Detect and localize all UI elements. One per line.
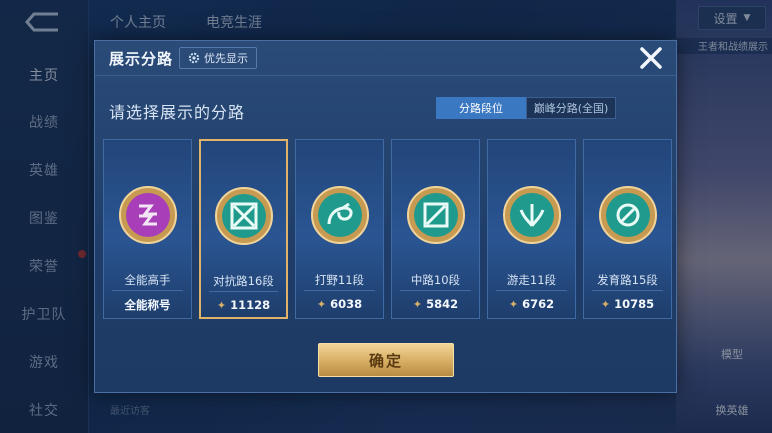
lane-rank-label: 对抗路16段: [213, 274, 274, 288]
lane-score: ✦ 6762: [488, 297, 575, 311]
close-icon: [640, 47, 662, 69]
roam-emblem-icon: [502, 186, 561, 244]
dialog-title: 展示分路: [109, 50, 174, 68]
score-value: 全能称号: [124, 298, 171, 312]
lane-rank-label: 游走11段: [506, 273, 557, 287]
card-divider: [400, 290, 471, 291]
lane-card[interactable]: 中路10段 ✦ 5842: [391, 139, 480, 319]
lane-rank-label: 全能高手: [124, 273, 171, 287]
lane-rank-label: 发育路15段: [597, 273, 658, 287]
all-round-emblem-icon: [118, 186, 177, 244]
mid-lane-emblem-icon: [406, 186, 465, 244]
score-value: 5842: [426, 297, 459, 311]
lane-score: ✦ 5842: [392, 297, 479, 311]
jungle-emblem-icon: [310, 186, 369, 244]
rank-star-icon: ✦: [412, 297, 423, 311]
dialog-header: 展示分路 优先显示: [95, 41, 676, 76]
mode-tabs: 分路段位 巅峰分路(全国): [436, 97, 616, 119]
lane-card[interactable]: 打野11段 ✦ 6038: [295, 139, 384, 319]
card-divider: [209, 291, 278, 292]
score-value: 10785: [614, 297, 655, 311]
lane-card[interactable]: 发育路15段 ✦ 10785: [583, 139, 672, 319]
score-value: 6038: [330, 297, 363, 311]
farm-lane-emblem-icon: [598, 186, 657, 244]
card-divider: [112, 290, 183, 291]
lane-display-dialog: 展示分路 优先显示 请选择展示的分路 分路段位 巅峰分路(全国) 全能高手 全能…: [94, 40, 677, 393]
lane-cards: 全能高手 全能称号 对抗路16段 ✦ 11128 打野11段 ✦ 6038 中路…: [103, 139, 673, 321]
card-divider: [496, 290, 567, 291]
rank-star-icon: ✦: [508, 297, 519, 311]
rank-star-icon: ✦: [216, 298, 227, 312]
gear-icon: [188, 52, 200, 64]
priority-label: 优先显示: [204, 52, 248, 65]
lane-card[interactable]: 游走11段 ✦ 6762: [487, 139, 576, 319]
lane-card[interactable]: 全能高手 全能称号: [103, 139, 192, 319]
lane-rank-label: 中路10段: [410, 273, 461, 287]
rank-star-icon: ✦: [600, 297, 611, 311]
dialog-subtitle: 请选择展示的分路: [109, 103, 246, 122]
confirm-button[interactable]: 确定: [318, 343, 454, 377]
priority-display-button[interactable]: 优先显示: [179, 47, 257, 69]
lane-score: ✦ 10785: [584, 297, 671, 311]
tab-lane-rank[interactable]: 分路段位: [436, 97, 526, 119]
lane-card-selected[interactable]: 对抗路16段 ✦ 11128: [199, 139, 288, 319]
close-button[interactable]: [638, 45, 664, 71]
tab-peak-lane[interactable]: 巅峰分路(全国): [526, 97, 616, 119]
lane-rank-label: 打野11段: [314, 273, 365, 287]
card-divider: [304, 290, 375, 291]
lane-score: ✦ 6038: [296, 297, 383, 311]
clash-lane-emblem-icon: [214, 187, 273, 245]
lane-score: ✦ 11128: [201, 298, 286, 312]
card-divider: [592, 290, 663, 291]
score-value: 11128: [230, 298, 271, 312]
lane-score: 全能称号: [104, 297, 191, 313]
score-value: 6762: [522, 297, 555, 311]
rank-star-icon: ✦: [316, 297, 327, 311]
